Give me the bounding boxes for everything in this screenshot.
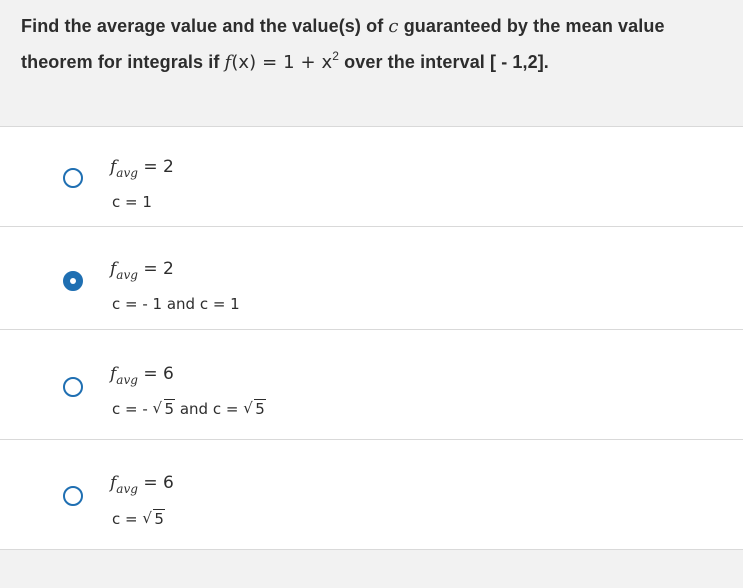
question-line-1: Find the average value and the value(s) … bbox=[21, 16, 665, 37]
favg-expression: favg = 6 bbox=[110, 364, 174, 387]
answer-option-1[interactable]: favg = 2 c = 1 bbox=[0, 126, 743, 226]
answer-option-4[interactable]: favg = 6 c = 5 bbox=[0, 439, 743, 549]
c-expression: c = - 5 and c = 5 bbox=[112, 399, 266, 418]
answer-option-2[interactable]: favg = 2 c = - 1 and c = 1 bbox=[0, 226, 743, 329]
question-line-2: theorem for integrals if f(x) = 1 + x2 o… bbox=[21, 49, 549, 73]
avg-subscript: avg bbox=[116, 482, 138, 496]
radio-button-selected[interactable] bbox=[63, 271, 83, 291]
radio-button[interactable] bbox=[63, 486, 83, 506]
answer-option-3[interactable]: favg = 6 c = - 5 and c = 5 bbox=[0, 329, 743, 439]
function-expression: (x) = 1 + x bbox=[231, 52, 333, 73]
c-prefix: c = - bbox=[112, 400, 153, 418]
question-text: Find the average value and the value(s) … bbox=[21, 16, 389, 36]
footer-area bbox=[0, 549, 743, 588]
favg-value: = 6 bbox=[137, 364, 174, 384]
favg-value: = 2 bbox=[137, 157, 174, 177]
question-text: guaranteed by the mean value bbox=[398, 16, 665, 36]
question-text: over the interval [ - 1,2]. bbox=[339, 52, 549, 72]
favg-expression: favg = 2 bbox=[110, 157, 174, 180]
favg-value: = 2 bbox=[137, 259, 174, 279]
c-expression: c = - 1 and c = 1 bbox=[112, 295, 240, 313]
sqrt-symbol: 5 bbox=[142, 509, 165, 528]
exponent: 2 bbox=[332, 49, 340, 63]
avg-subscript: avg bbox=[116, 373, 138, 387]
question-prompt: Find the average value and the value(s) … bbox=[0, 0, 743, 126]
radio-button[interactable] bbox=[63, 377, 83, 397]
c-prefix: c = bbox=[112, 510, 143, 528]
sqrt-symbol: 5 bbox=[243, 399, 266, 418]
c-expression: c = 1 bbox=[112, 193, 152, 211]
sqrt-argument: 5 bbox=[254, 399, 266, 418]
radio-button[interactable] bbox=[63, 168, 83, 188]
sqrt-symbol: 5 bbox=[153, 399, 176, 418]
favg-expression: favg = 6 bbox=[110, 473, 174, 496]
avg-subscript: avg bbox=[116, 268, 138, 282]
favg-expression: favg = 2 bbox=[110, 259, 174, 282]
question-text: theorem for integrals if bbox=[21, 52, 225, 72]
sqrt-argument: 5 bbox=[153, 509, 165, 528]
variable-c: c bbox=[388, 16, 399, 37]
sqrt-argument: 5 bbox=[163, 399, 176, 418]
avg-subscript: avg bbox=[116, 166, 138, 180]
favg-value: = 6 bbox=[137, 473, 174, 493]
c-expression: c = 5 bbox=[112, 509, 165, 528]
c-middle: and c = bbox=[175, 400, 244, 418]
